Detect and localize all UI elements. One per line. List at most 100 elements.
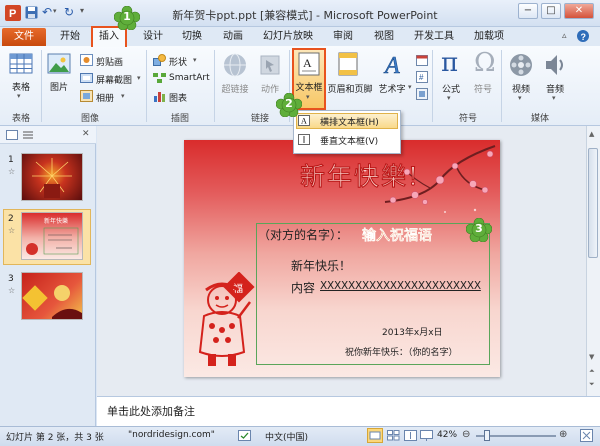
- normal-view-button[interactable]: [367, 428, 383, 443]
- close-button[interactable]: ✕: [564, 3, 594, 19]
- slide-thumbnail-2[interactable]: 新年快樂: [21, 212, 83, 260]
- zoom-level[interactable]: 42%: [437, 430, 457, 440]
- language-status[interactable]: 中文(中国): [265, 430, 308, 443]
- screenshot-button[interactable]: 屏幕截图: [96, 73, 132, 86]
- picture-button[interactable]: 图片: [47, 80, 71, 93]
- album-dropdown-icon[interactable]: ▾: [121, 92, 125, 100]
- collapse-ribbon-icon[interactable]: ▵: [562, 31, 567, 41]
- action-icon[interactable]: [259, 52, 281, 78]
- spellcheck-icon[interactable]: [238, 430, 251, 441]
- minimize-button[interactable]: −: [518, 3, 538, 19]
- date-time-icon[interactable]: [416, 54, 428, 66]
- undo-icon[interactable]: ↶: [42, 5, 52, 19]
- tab-addins[interactable]: 加载项: [474, 28, 504, 46]
- help-icon[interactable]: ?: [576, 29, 590, 43]
- reading-view-icon[interactable]: [404, 430, 417, 441]
- tab-design[interactable]: 设计: [143, 28, 163, 46]
- video-dropdown-icon[interactable]: ▾: [518, 94, 522, 102]
- horizontal-textbox-icon: A: [298, 115, 310, 126]
- tab-view[interactable]: 视图: [374, 28, 394, 46]
- scroll-up-icon[interactable]: ▲: [589, 130, 594, 138]
- notes-placeholder[interactable]: 单击此处添加备注: [107, 403, 195, 419]
- object-icon[interactable]: [416, 88, 428, 100]
- step-1-number: 1: [123, 10, 131, 23]
- hyperlink-button[interactable]: 超链接: [216, 82, 254, 95]
- header-footer-button[interactable]: 页眉和页脚: [326, 82, 374, 95]
- textbox-icon: A: [298, 52, 320, 76]
- group-label-illustrations: 插图: [170, 114, 189, 124]
- blessing-callout-text: 输入祝福语: [362, 228, 432, 244]
- step-2-number: 2: [285, 97, 293, 110]
- smartart-button[interactable]: SmartArt: [169, 73, 210, 83]
- slide-count-status: 幻灯片 第 2 张，共 3 张: [6, 433, 104, 443]
- zoom-out-icon[interactable]: ⊖: [462, 429, 470, 440]
- slide-title[interactable]: 新年快樂!: [299, 157, 420, 193]
- papercut-child-image[interactable]: 福: [190, 272, 270, 372]
- close-pane-icon[interactable]: ✕: [82, 129, 90, 139]
- undo-dropdown-icon[interactable]: ▾: [53, 7, 57, 15]
- equation-button[interactable]: 公式: [438, 82, 464, 95]
- audio-icon[interactable]: [543, 52, 567, 78]
- slide-thumbnail-1[interactable]: [21, 153, 83, 201]
- slide-sorter-view-icon[interactable]: [387, 430, 400, 441]
- screenshot-dropdown-icon[interactable]: ▾: [137, 74, 141, 82]
- table-dropdown-icon[interactable]: ▾: [17, 92, 21, 100]
- wordart-icon[interactable]: A: [383, 50, 405, 78]
- equation-dropdown-icon[interactable]: ▾: [447, 94, 451, 102]
- slide-number-1: 1: [8, 155, 14, 165]
- chart-button[interactable]: 图表: [169, 91, 187, 104]
- svg-text:?: ?: [581, 32, 587, 42]
- group-separator: [432, 50, 433, 122]
- hyperlink-icon[interactable]: [222, 52, 248, 78]
- audio-dropdown-icon[interactable]: ▾: [552, 94, 556, 102]
- scroll-down-icon[interactable]: ▼: [589, 353, 594, 361]
- tab-transitions[interactable]: 切换: [182, 28, 202, 46]
- previous-slide-icon[interactable]: ⏶: [589, 367, 595, 376]
- tab-slideshow[interactable]: 幻灯片放映: [263, 28, 313, 46]
- album-icon[interactable]: [80, 90, 93, 102]
- maximize-button[interactable]: □: [541, 3, 561, 19]
- svg-text:A: A: [383, 53, 400, 78]
- tab-home[interactable]: 开始: [60, 28, 80, 46]
- quick-access-customize-icon[interactable]: ▾: [80, 6, 84, 15]
- save-icon[interactable]: [25, 6, 38, 19]
- tab-review[interactable]: 审阅: [333, 28, 353, 46]
- equation-icon[interactable]: π: [441, 48, 458, 78]
- tab-animations[interactable]: 动画: [223, 28, 243, 46]
- wordart-button[interactable]: 艺术字: [376, 82, 408, 95]
- table-icon[interactable]: [9, 52, 33, 76]
- shapes-button[interactable]: 形状: [169, 55, 187, 68]
- animation-star-icon: ☆: [8, 226, 16, 235]
- powerpoint-logo-icon[interactable]: P: [5, 5, 21, 21]
- smartart-icon[interactable]: [153, 72, 166, 84]
- tab-file[interactable]: 文件: [2, 28, 46, 46]
- svg-text:A: A: [301, 117, 307, 126]
- chart-icon[interactable]: [153, 90, 166, 102]
- picture-icon[interactable]: [47, 52, 71, 76]
- album-button[interactable]: 相册: [96, 91, 114, 104]
- shapes-dropdown-icon[interactable]: ▾: [193, 56, 197, 64]
- shapes-icon[interactable]: [153, 54, 166, 66]
- screenshot-icon[interactable]: [80, 72, 93, 84]
- slide-number-icon[interactable]: #: [416, 71, 428, 83]
- slides-tab-icon[interactable]: [6, 130, 18, 140]
- greeting-text: 新年快乐！: [291, 259, 352, 273]
- symbol-button[interactable]: 符号: [470, 82, 496, 95]
- redo-icon[interactable]: ↻: [64, 5, 74, 19]
- slideshow-view-icon[interactable]: [420, 430, 433, 441]
- next-slide-icon[interactable]: ⏷: [589, 380, 595, 389]
- clipart-icon[interactable]: [80, 54, 93, 66]
- clipart-button[interactable]: 剪贴画: [96, 55, 123, 68]
- slide-thumbnail-3[interactable]: [21, 272, 83, 320]
- symbol-icon[interactable]: Ω: [474, 48, 496, 78]
- fit-to-window-icon[interactable]: [580, 429, 593, 442]
- tab-developer[interactable]: 开发工具: [414, 28, 454, 46]
- table-button[interactable]: 表格: [9, 80, 33, 93]
- outline-tab-icon[interactable]: [22, 130, 34, 140]
- zoom-in-icon[interactable]: ⊕: [559, 429, 567, 440]
- wordart-dropdown-icon[interactable]: ▾: [408, 83, 412, 91]
- header-footer-icon[interactable]: [338, 52, 358, 76]
- zoom-slider-thumb[interactable]: [484, 430, 490, 441]
- video-icon[interactable]: [508, 52, 534, 78]
- scrollbar-thumb[interactable]: [588, 148, 598, 258]
